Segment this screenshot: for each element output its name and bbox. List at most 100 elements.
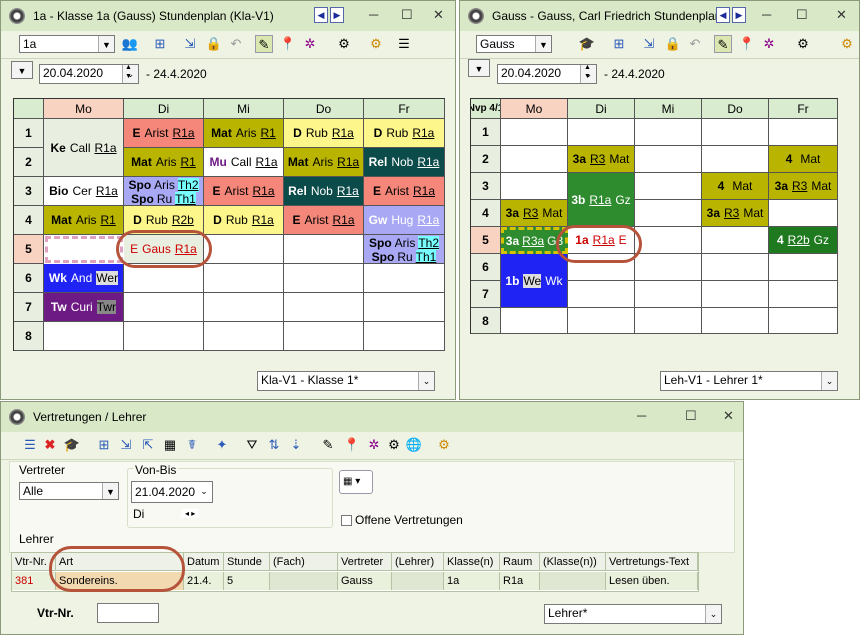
class-window-titlebar[interactable]: 1a - Klasse 1a (Gauss) Stundenplan (Kla-… — [1, 1, 455, 31]
calculator-icon[interactable]: ▦ — [161, 436, 179, 454]
empty-cell[interactable] — [568, 254, 635, 281]
empty-cell[interactable] — [702, 308, 769, 334]
close-button[interactable]: ✕ — [836, 7, 847, 23]
lesson-cell[interactable]: 1b We Wk — [501, 254, 568, 308]
empty-cell[interactable] — [635, 200, 702, 227]
empty-cell[interactable] — [568, 281, 635, 308]
empty-cell[interactable] — [284, 235, 364, 264]
lesson-cell[interactable]: D Rub R1a — [204, 206, 284, 235]
lesson-cell[interactable]: 4 Mat — [702, 173, 769, 200]
lesson-cell[interactable]: Mat Aris R1a — [284, 148, 364, 177]
column-header[interactable]: Vtr-Nr. — [12, 553, 56, 571]
grad-cap-icon[interactable]: 🎓 — [578, 35, 596, 53]
class-select[interactable]: 1a ▼ — [19, 35, 115, 53]
day-header[interactable]: Do — [284, 99, 364, 119]
week-dropdown[interactable]: ▼ — [468, 59, 490, 77]
lesson-cell[interactable]: 4 R2b Gz — [769, 227, 838, 254]
lesson-cell[interactable]: Mu Call R1a — [204, 148, 284, 177]
empty-cell[interactable] — [364, 322, 445, 351]
delete-icon[interactable]: ✖ — [41, 436, 59, 454]
column-header[interactable]: Stunde — [224, 553, 270, 571]
empty-cell[interactable] — [204, 322, 284, 351]
day-header[interactable]: Fr — [364, 99, 445, 119]
empty-cell[interactable] — [769, 281, 838, 308]
empty-cell[interactable] — [702, 227, 769, 254]
grid-icon[interactable]: ⊞ — [151, 35, 169, 53]
lesson-cell[interactable]: 4 Mat — [769, 146, 838, 173]
empty-cell[interactable] — [635, 254, 702, 281]
maximize-button[interactable]: ☐ — [401, 7, 413, 23]
minimize-button[interactable]: ─ — [369, 7, 378, 22]
lesson-cell[interactable]: 3b R1a Gz — [568, 173, 635, 227]
format-select[interactable]: Lehrer* ⌄ — [544, 604, 722, 624]
empty-cell[interactable] — [702, 281, 769, 308]
empty-cell[interactable] — [769, 308, 838, 334]
empty-cell[interactable] — [769, 200, 838, 227]
lesson-cell[interactable]: Spo Aris Th2 — [124, 177, 204, 192]
empty-cell[interactable] — [635, 173, 702, 200]
minimize-button[interactable]: ─ — [762, 7, 771, 22]
substitutions-window-titlebar[interactable]: Vertretungen / Lehrer — [1, 402, 743, 432]
grid-icon[interactable]: ⊞ — [95, 436, 113, 454]
day-header[interactable]: Di — [568, 99, 635, 119]
empty-cell[interactable] — [364, 293, 445, 322]
lesson-cell[interactable]: Wk And Wer — [44, 264, 124, 293]
lesson-cell[interactable]: E Arist R1a — [284, 206, 364, 235]
week-dropdown[interactable]: ▼ — [11, 61, 33, 79]
maximize-button[interactable]: ☐ — [685, 408, 697, 424]
prev-element-button[interactable]: ◀ — [314, 7, 328, 23]
column-header[interactable]: Vertreter — [338, 553, 392, 571]
offene-vertretungen-checkbox[interactable] — [341, 515, 352, 526]
empty-cell[interactable] — [568, 308, 635, 334]
column-header[interactable]: Datum — [184, 553, 224, 571]
sort-icon[interactable]: ⇅ — [265, 436, 283, 454]
empty-cell[interactable] — [635, 308, 702, 334]
day-header[interactable]: Fr — [769, 99, 838, 119]
empty-cell[interactable] — [44, 322, 124, 351]
lesson-cell[interactable]: 3a R3 Mat — [568, 146, 635, 173]
empty-cell[interactable] — [284, 293, 364, 322]
column-header[interactable]: Klasse(n) — [444, 553, 500, 571]
substitution-lesson-cell[interactable]: E Gaus R1a — [124, 235, 204, 264]
empty-cell[interactable] — [284, 322, 364, 351]
gear-icon[interactable]: ⚙ — [435, 436, 453, 454]
lesson-cell[interactable]: Mat Aris R1 — [204, 119, 284, 148]
empty-cell[interactable] — [204, 293, 284, 322]
lesson-cell[interactable]: E Arist R1a — [204, 177, 284, 206]
empty-cell[interactable] — [568, 119, 635, 146]
day-header[interactable]: Mi — [204, 99, 284, 119]
lesson-cell[interactable]: D Rub R1a — [364, 119, 445, 148]
empty-cell[interactable] — [635, 119, 702, 146]
column-header[interactable]: Vertretungs-Text — [606, 553, 698, 571]
next-element-button[interactable]: ▶ — [732, 7, 746, 23]
lesson-cell[interactable]: Spo Aris Th2 — [364, 235, 445, 250]
empty-cell[interactable] — [284, 264, 364, 293]
pin-icon[interactable]: 📍 — [279, 35, 297, 53]
empty-cell[interactable] — [124, 293, 204, 322]
calendar-dropdown[interactable]: ▦ ▾ — [339, 470, 373, 494]
filter-icon[interactable]: ⛛ — [243, 436, 261, 454]
export-icon[interactable]: ⇲ — [117, 436, 135, 454]
minimize-button[interactable]: ─ — [637, 408, 646, 423]
lesson-cell[interactable]: Spo Ru Th1 — [124, 192, 204, 206]
lesson-cell[interactable]: E Arist R1a — [364, 177, 445, 206]
format-list-icon[interactable]: ☰ — [395, 35, 413, 53]
empty-cell[interactable] — [501, 308, 568, 334]
settings-dropdown-icon[interactable]: ⚙ — [385, 436, 403, 454]
settings-dropdown-icon[interactable]: ⚙ — [794, 35, 812, 53]
settings-dropdown-icon[interactable]: ⚙ — [335, 35, 353, 53]
molecule-icon[interactable]: ✲ — [301, 35, 319, 53]
people-icon[interactable]: 👥 — [121, 35, 139, 53]
empty-cell[interactable] — [635, 281, 702, 308]
vonbis-date-picker[interactable]: 21.04.2020 ⌄ — [131, 481, 213, 503]
date-picker[interactable]: 20.04.2020 ⌄ — [39, 64, 139, 84]
empty-cell[interactable] — [124, 322, 204, 351]
teacher-select[interactable]: Gauss ▼ — [476, 35, 552, 53]
empty-cell[interactable] — [769, 254, 838, 281]
column-header[interactable]: (Klasse(n)) — [540, 553, 606, 571]
day-prev-next[interactable]: ◂ ▸ — [181, 509, 200, 518]
empty-cell[interactable] — [702, 146, 769, 173]
empty-cell[interactable] — [501, 119, 568, 146]
day-header[interactable]: Do — [702, 99, 769, 119]
undo-icon[interactable]: ↶ — [686, 35, 704, 53]
